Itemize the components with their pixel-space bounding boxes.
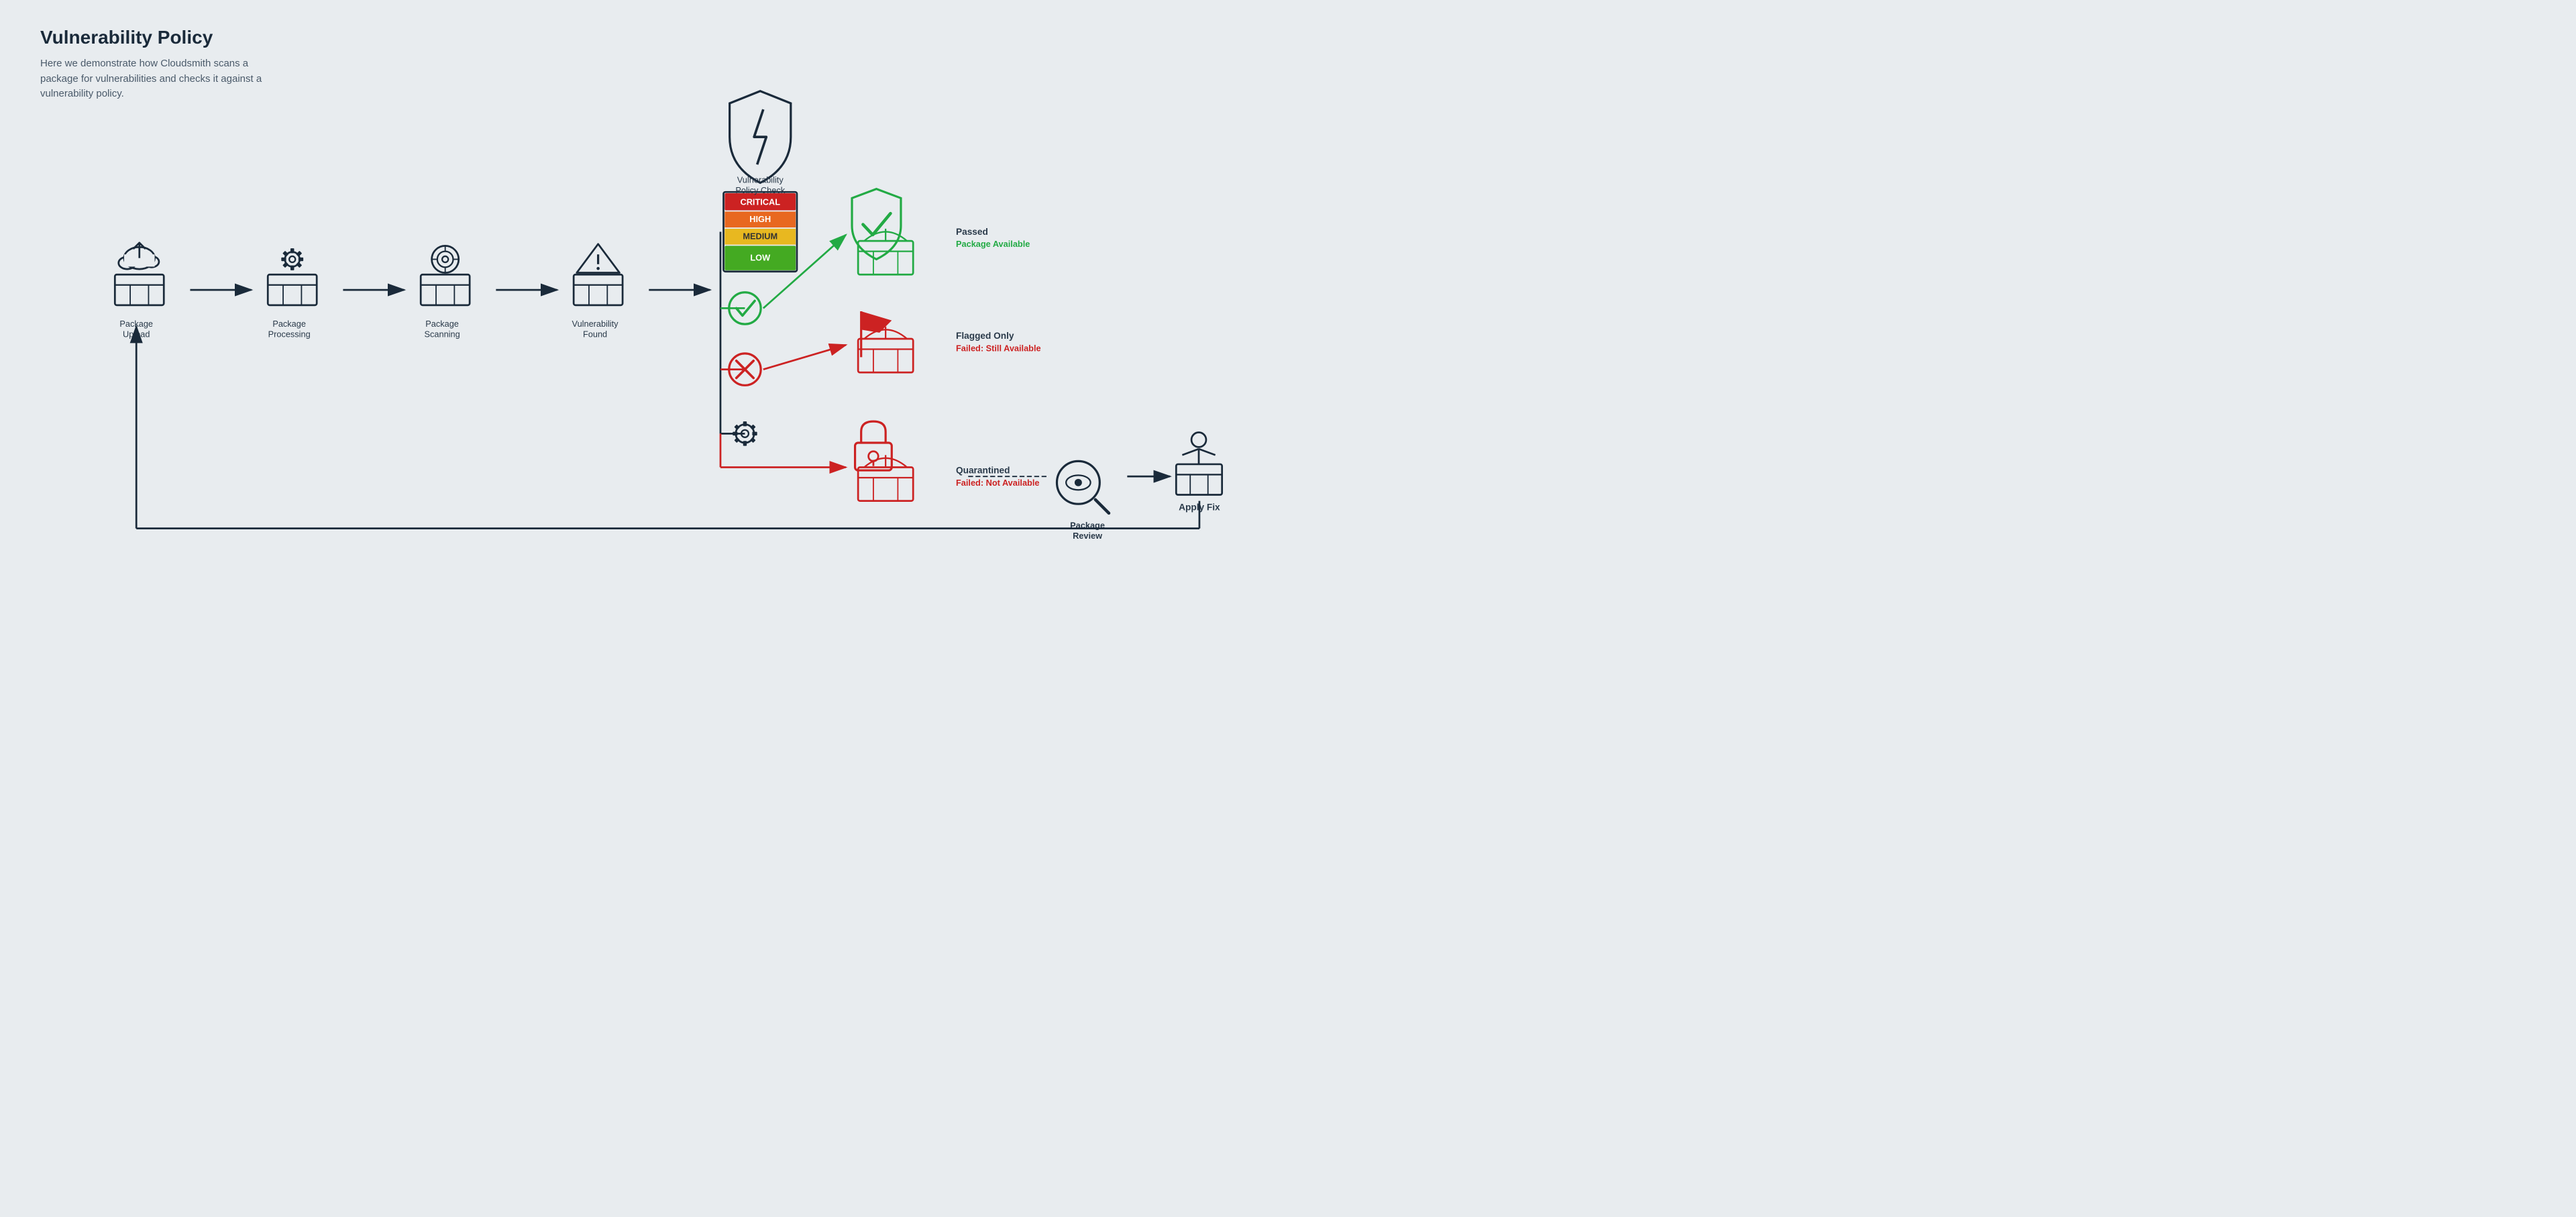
- apply-fix-icon: [1176, 433, 1222, 495]
- flagged-book-icon: [858, 327, 913, 372]
- review-icon: [1057, 461, 1109, 513]
- title-area: Vulnerability Policy Here we demonstrate…: [40, 27, 268, 102]
- policy-check-shield: [730, 91, 791, 183]
- passed-book-icon: [858, 229, 913, 274]
- package-upload-icon: [115, 243, 164, 305]
- quarantined-book-icon: [858, 455, 913, 500]
- page-title: Vulnerability Policy: [40, 27, 268, 48]
- flagged-title: Flagged Only: [956, 331, 1014, 341]
- flagged-subtitle: Failed: Still Available: [956, 343, 1041, 353]
- svg-text:MEDIUM: MEDIUM: [743, 231, 777, 241]
- svg-text:CRITICAL: CRITICAL: [740, 197, 780, 207]
- vuln-label: Vulnerability: [572, 319, 619, 329]
- page: Vulnerability Policy Here we demonstrate…: [0, 0, 1288, 608]
- quarantined-subtitle: Failed: Not Available: [956, 478, 1039, 488]
- svg-text:HIGH: HIGH: [749, 214, 771, 224]
- scanning-label: Package: [425, 319, 459, 329]
- policy-check-label: Vulnerability: [737, 175, 784, 185]
- svg-text:LOW: LOW: [750, 252, 771, 262]
- passed-subtitle: Package Available: [956, 239, 1030, 249]
- quarantined-title: Quarantined: [956, 466, 1010, 476]
- package-scanning-icon: [421, 246, 470, 305]
- vuln-found-icon: [574, 244, 623, 305]
- processing-label2: Processing: [268, 329, 311, 339]
- scanning-label2: Scanning: [425, 329, 460, 339]
- flagged-icon: [861, 311, 892, 357]
- passed-title: Passed: [956, 227, 988, 237]
- review-label2: Review: [1073, 531, 1102, 541]
- package-processing-icon: [268, 248, 317, 305]
- policy-check-label2: Policy Check: [735, 185, 785, 195]
- processing-label: Package: [272, 319, 306, 329]
- vuln-label2: Found: [583, 329, 607, 339]
- diagram-svg: Package Upload Package Processing: [40, 27, 1248, 582]
- page-subtitle: Here we demonstrate how Cloudsmith scans…: [40, 56, 268, 102]
- severity-levels: CRITICAL HIGH MEDIUM LOW: [724, 192, 797, 272]
- passed-shield-icon: [852, 189, 901, 260]
